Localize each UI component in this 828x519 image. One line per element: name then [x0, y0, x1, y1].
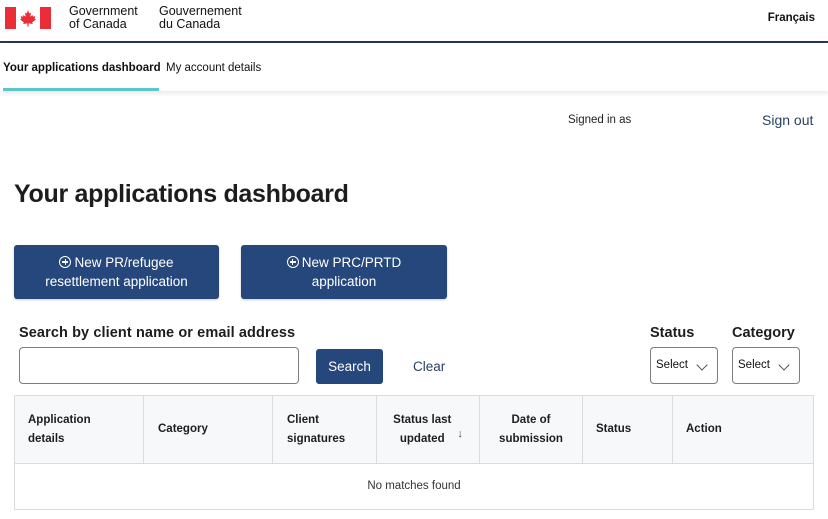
plus-circle-icon — [59, 256, 72, 268]
new-prc-button-line1: New PRC/PRTD — [301, 255, 402, 270]
column-header-category: Category — [144, 396, 273, 463]
new-prc-prtd-application-button[interactable]: New PRC/PRTD application — [241, 245, 447, 299]
active-tab-indicator — [3, 88, 159, 91]
signed-in-text: Signed in as — [568, 114, 632, 126]
new-pr-refugee-application-button[interactable]: New PR/refugee resettlement application — [14, 245, 219, 299]
search-label: Search by client name or email address — [19, 325, 296, 341]
wordmark-french: Gouvernement du Canada — [159, 5, 242, 30]
column-header-client-signatures: Client signatures — [273, 396, 377, 463]
search-button[interactable]: Search — [316, 349, 383, 384]
new-prc-button-line1-row: New PRC/PRTD — [249, 253, 439, 272]
column-header-action: Action — [673, 396, 813, 463]
applications-table: Application details Category Client signat… — [14, 395, 814, 510]
column-header-label: details — [28, 432, 65, 445]
column-header-label: Action — [686, 423, 722, 435]
status-filter-label: Status — [650, 325, 695, 341]
column-header-label: submission — [499, 432, 563, 445]
column-header-label: Date of — [511, 413, 551, 426]
page-title: Your applications dashboard — [14, 180, 349, 208]
column-header-label: Status — [596, 423, 632, 435]
column-header-label: Category — [158, 423, 208, 435]
site-header: Government of Canada Gouvernement du Can… — [0, 0, 828, 42]
tab-bar: Your applications dashboard My account d… — [0, 43, 828, 91]
column-header-label: Application — [28, 413, 91, 426]
column-header-status-last-updated[interactable]: Status last updated ↓ — [377, 396, 480, 463]
wordmark-fr-line2: du Canada — [159, 16, 221, 31]
language-toggle-link[interactable]: Français — [768, 12, 815, 24]
wordmark-fr-line1: Gouvernement — [159, 4, 242, 18]
new-prc-button-line2: application — [311, 274, 377, 289]
category-select-value: Select — [738, 359, 770, 371]
tab-applications-dashboard[interactable]: Your applications dashboard — [3, 62, 161, 74]
wordmark-en-line1: Government — [69, 4, 138, 18]
plus-circle-icon — [286, 256, 299, 268]
search-input[interactable] — [19, 347, 299, 384]
category-select[interactable]: Select — [732, 347, 800, 384]
chevron-down-icon — [696, 359, 708, 371]
status-select-value: Select — [656, 359, 688, 371]
new-pr-button-line1: New PR/refugee — [74, 255, 174, 270]
wordmark-english: Government of Canada — [69, 5, 138, 30]
new-pr-button-line1-row: New PR/refugee — [22, 253, 211, 272]
column-header-date-of-submission: Date of submission — [480, 396, 583, 463]
chevron-down-icon — [778, 359, 790, 371]
column-header-label: updated — [399, 432, 445, 445]
tab-account-details[interactable]: My account details — [166, 62, 261, 74]
clear-link[interactable]: Clear — [413, 359, 445, 374]
new-pr-button-line2: resettlement application — [45, 274, 188, 289]
empty-table-message: No matches found — [367, 480, 461, 492]
column-header-label: signatures — [287, 432, 346, 445]
column-header-label: Client — [287, 413, 319, 426]
column-header-label: Status last — [393, 413, 452, 426]
table-header-row: Application details Category Client signat… — [15, 396, 813, 464]
arrow-down-icon[interactable]: ↓ — [457, 425, 463, 444]
column-header-status: Status — [583, 396, 673, 463]
column-header-application-details: Application details — [15, 396, 144, 463]
canada-flag-icon — [5, 7, 51, 29]
wordmark-en-line2: of Canada — [69, 16, 127, 31]
sign-out-link[interactable]: Sign out — [762, 112, 813, 128]
category-filter-label: Category — [732, 325, 795, 341]
status-select[interactable]: Select — [650, 347, 718, 384]
